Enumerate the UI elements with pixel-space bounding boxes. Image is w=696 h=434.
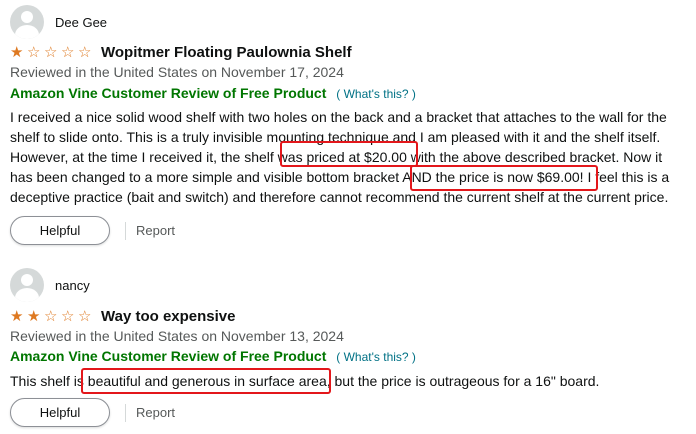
review-body-line: deceptive practice (bait and switch) and… — [10, 189, 669, 205]
divider — [125, 403, 126, 422]
star-icon: ☆ — [78, 308, 92, 325]
report-link[interactable]: Report — [136, 405, 175, 420]
review-body: I received a nice solid wood shelf with … — [10, 107, 688, 207]
report-link[interactable]: Report — [136, 223, 175, 238]
star-icon: ★ — [27, 308, 41, 325]
review-date: Reviewed in the United States on Novembe… — [10, 64, 344, 80]
avatar[interactable] — [10, 5, 44, 39]
review-date: Reviewed in the United States on Novembe… — [10, 328, 344, 344]
review-body-line: I received a nice solid wood shelf with … — [10, 109, 667, 125]
review-body-line: However, at the time I received it, the … — [10, 149, 663, 165]
vine-badge: Amazon Vine Customer Review of Free Prod… — [10, 85, 416, 101]
whats-this-link[interactable]: What's this? — [344, 350, 409, 364]
helpful-button[interactable]: Helpful — [10, 398, 110, 427]
profile-name[interactable]: nancy — [55, 278, 90, 293]
review-actions: Helpful Report — [10, 216, 175, 245]
star-rating[interactable]: ★ ☆ ☆ ☆ ☆ — [10, 45, 95, 60]
vine-help: ( What's this? ) — [336, 350, 416, 364]
vine-help: ( What's this? ) — [336, 87, 416, 101]
review-title[interactable]: Way too expensive — [101, 308, 236, 325]
profile-name[interactable]: Dee Gee — [55, 15, 107, 30]
review-actions: Helpful Report — [10, 398, 175, 427]
vine-label: Amazon Vine Customer Review of Free Prod… — [10, 348, 327, 364]
review-body-line: This shelf is beautiful and generous in … — [10, 373, 600, 389]
star-icon: ☆ — [44, 308, 58, 325]
star-icon: ☆ — [61, 308, 75, 325]
star-rating[interactable]: ★ ★ ☆ ☆ ☆ — [10, 309, 95, 324]
review-card: Dee Gee ★ ☆ ☆ ☆ ☆ Wopitmer Floating Paul… — [0, 0, 696, 260]
review-body: This shelf is beautiful and generous in … — [10, 371, 688, 391]
review-card: nancy ★ ★ ☆ ☆ ☆ Way too expensive Review… — [0, 262, 696, 434]
whats-this-link[interactable]: What's this? — [344, 87, 409, 101]
star-icon: ☆ — [44, 44, 58, 61]
star-icon: ☆ — [61, 44, 75, 61]
reviewer-profile[interactable]: nancy — [10, 268, 90, 302]
review-body-line: has been changed to a more simple and vi… — [10, 169, 670, 185]
review-title[interactable]: Wopitmer Floating Paulownia Shelf — [101, 44, 352, 61]
divider — [125, 221, 126, 240]
star-icon: ★ — [10, 44, 24, 61]
star-icon: ☆ — [27, 44, 41, 61]
reviewer-profile[interactable]: Dee Gee — [10, 5, 107, 39]
review-title-row: ★ ☆ ☆ ☆ ☆ Wopitmer Floating Paulownia Sh… — [10, 44, 352, 61]
review-title-row: ★ ★ ☆ ☆ ☆ Way too expensive — [10, 308, 236, 325]
avatar[interactable] — [10, 268, 44, 302]
star-icon: ☆ — [78, 44, 92, 61]
review-body-line: shelf to slide onto. This is a truly inv… — [10, 129, 661, 145]
vine-badge: Amazon Vine Customer Review of Free Prod… — [10, 348, 416, 364]
star-icon: ★ — [10, 308, 24, 325]
vine-label: Amazon Vine Customer Review of Free Prod… — [10, 85, 327, 101]
helpful-button[interactable]: Helpful — [10, 216, 110, 245]
